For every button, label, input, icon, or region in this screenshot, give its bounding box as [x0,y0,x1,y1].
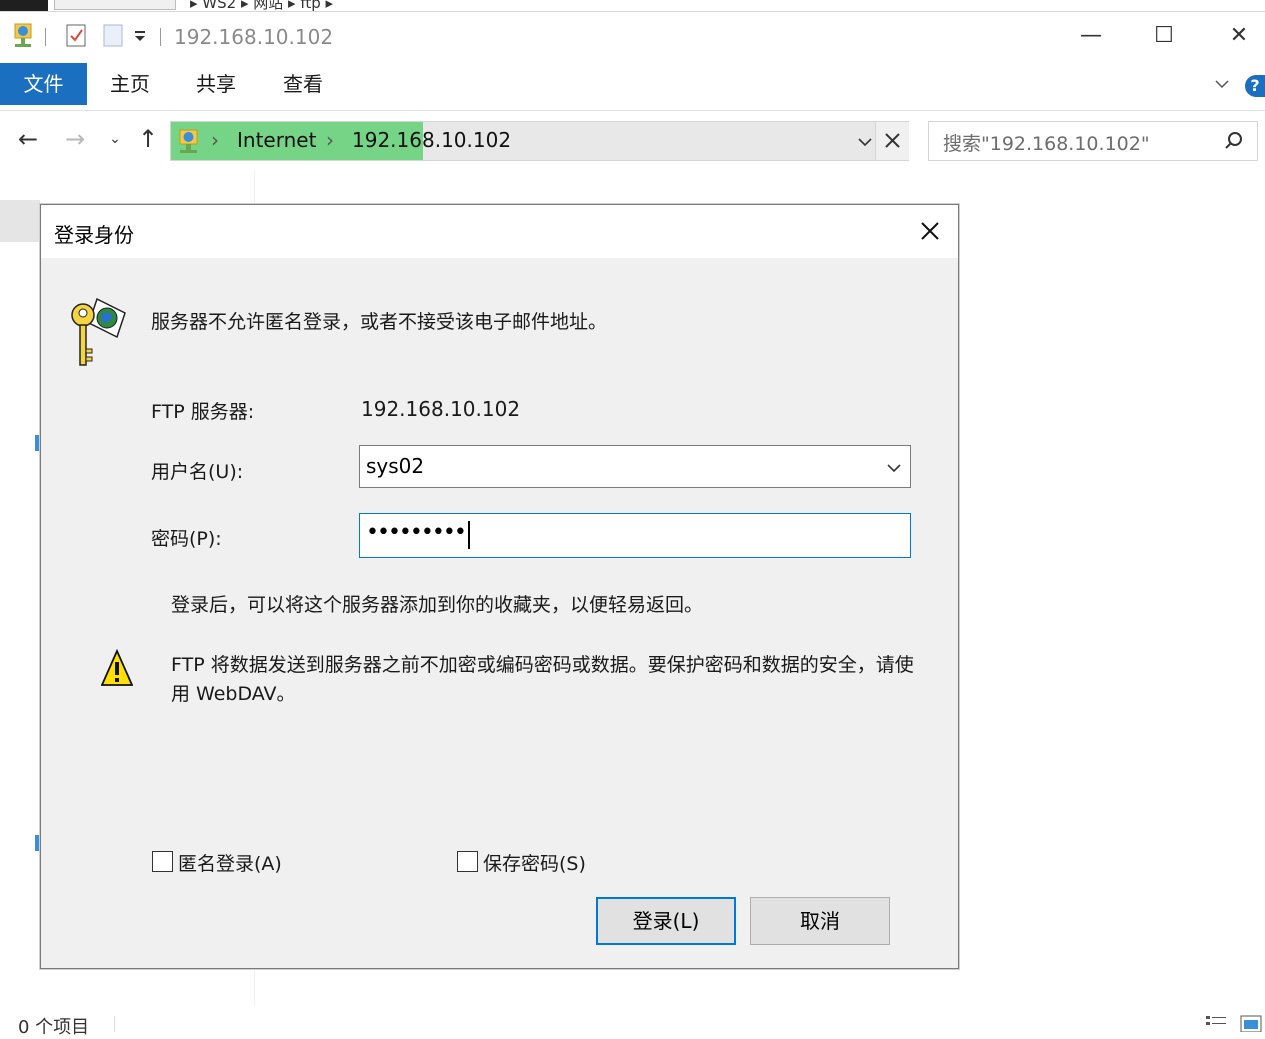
minimize-button[interactable]: — [1068,18,1114,54]
maximize-button[interactable]: ☐ [1141,18,1187,54]
status-item-count: 0 个项目 [18,1017,90,1038]
taskbar-fragment [0,0,48,11]
username-combobox[interactable]: sys02 [359,445,911,488]
warning-text-line2: 用 WebDAV。 [171,683,296,705]
tab-file[interactable]: 文件 [0,63,87,105]
help-icon[interactable]: ? [1245,75,1265,97]
up-arrow-icon[interactable]: ↑ [134,123,162,155]
username-label: 用户名(U): [151,461,244,483]
address-bar[interactable]: › Internet › 192.168.10.102 [170,121,909,161]
close-window-button[interactable]: ✕ [1216,18,1262,54]
save-password-label[interactable]: 保存密码(S) [483,849,586,876]
dialog-close-button[interactable] [912,213,948,249]
new-folder-icon[interactable] [102,22,124,48]
breadcrumb-separator-icon: › [326,128,334,152]
dialog-title-bar: 登录身份 [41,205,958,258]
recent-locations-chevron-icon[interactable]: ⌄ [101,123,129,155]
title-bar: 192.168.10.102 — ☐ ✕ [0,12,1265,62]
breadcrumb-current-address[interactable]: 192.168.10.102 [352,128,511,152]
save-password-checkbox[interactable] [457,851,478,872]
search-box[interactable]: 搜索"192.168.10.102" [928,121,1258,161]
search-icon[interactable] [1223,130,1245,156]
login-dialog: 登录身份 服务器不允许匿名登录，或者不接受该电子邮件地址。 FTP 服务器: 1… [40,204,959,969]
network-location-icon [177,128,201,158]
navigation-pane-selected-item[interactable] [0,200,40,242]
ribbon-tabs: 文件 主页 共享 查看 ? [0,63,1265,111]
text-caret [468,521,470,549]
title-separator [160,28,161,46]
anonymous-login-label[interactable]: 匿名登录(A) [178,849,282,876]
warning-text-line1: FTP 将数据发送到服务器之前不加密或编码密码或数据。要保护密码和数据的安全，请… [171,654,914,676]
back-arrow-icon[interactable]: ← [14,123,42,155]
password-input[interactable]: ••••••••• [366,520,467,545]
login-button[interactable]: 登录(L) [596,897,736,945]
warning-icon [100,648,134,693]
top-window-strip: ▸ WS2 ▸ 网站 ▸ ftp ▸ [0,0,1265,12]
key-globe-icon [67,293,131,377]
username-dropdown-icon[interactable] [886,460,902,479]
status-separator [114,1016,115,1032]
error-message: 服务器不允许匿名登录，或者不接受该电子邮件地址。 [151,311,608,333]
address-dropdown-icon[interactable] [857,134,873,153]
info-text: 登录后，可以将这个服务器添加到你的收藏夹，以便轻易返回。 [171,594,704,616]
password-field[interactable]: ••••••••• [359,513,911,558]
tab-view[interactable]: 查看 [283,63,323,105]
ribbon-expand-icon[interactable] [1213,75,1231,97]
forward-arrow-icon[interactable]: → [61,123,89,155]
window-title: 192.168.10.102 [174,25,334,49]
cancel-button[interactable]: 取消 [750,897,890,945]
toolbar-separator [45,28,46,46]
username-input[interactable]: sys02 [366,454,424,478]
anonymous-login-checkbox[interactable] [152,851,173,872]
tab-home[interactable]: 主页 [110,63,150,105]
dialog-title: 登录身份 [54,223,134,247]
tab-share[interactable]: 共享 [196,63,236,105]
breadcrumb-internet[interactable]: Internet [237,128,316,152]
password-label: 密码(P): [151,528,222,550]
ftp-server-label: FTP 服务器: [151,401,255,423]
network-folder-icon [12,22,34,48]
details-view-icon[interactable] [1205,1014,1227,1032]
address-row: ← → ⌄ ↑ › Internet › 192.168.10.102 搜索"1… [0,111,1265,171]
stop-loading-button[interactable] [875,122,909,160]
nav-buttons-fragment [54,0,176,10]
breadcrumb-partial: ▸ WS2 ▸ 网站 ▸ ftp ▸ [190,0,334,12]
ftp-server-value: 192.168.10.102 [361,397,521,421]
breadcrumb-separator-icon: › [211,128,219,152]
quick-access-dropdown-icon[interactable] [133,28,155,54]
search-input[interactable]: 搜索"192.168.10.102" [943,129,1150,156]
properties-icon[interactable] [65,22,87,48]
large-icons-view-icon[interactable] [1240,1014,1262,1033]
